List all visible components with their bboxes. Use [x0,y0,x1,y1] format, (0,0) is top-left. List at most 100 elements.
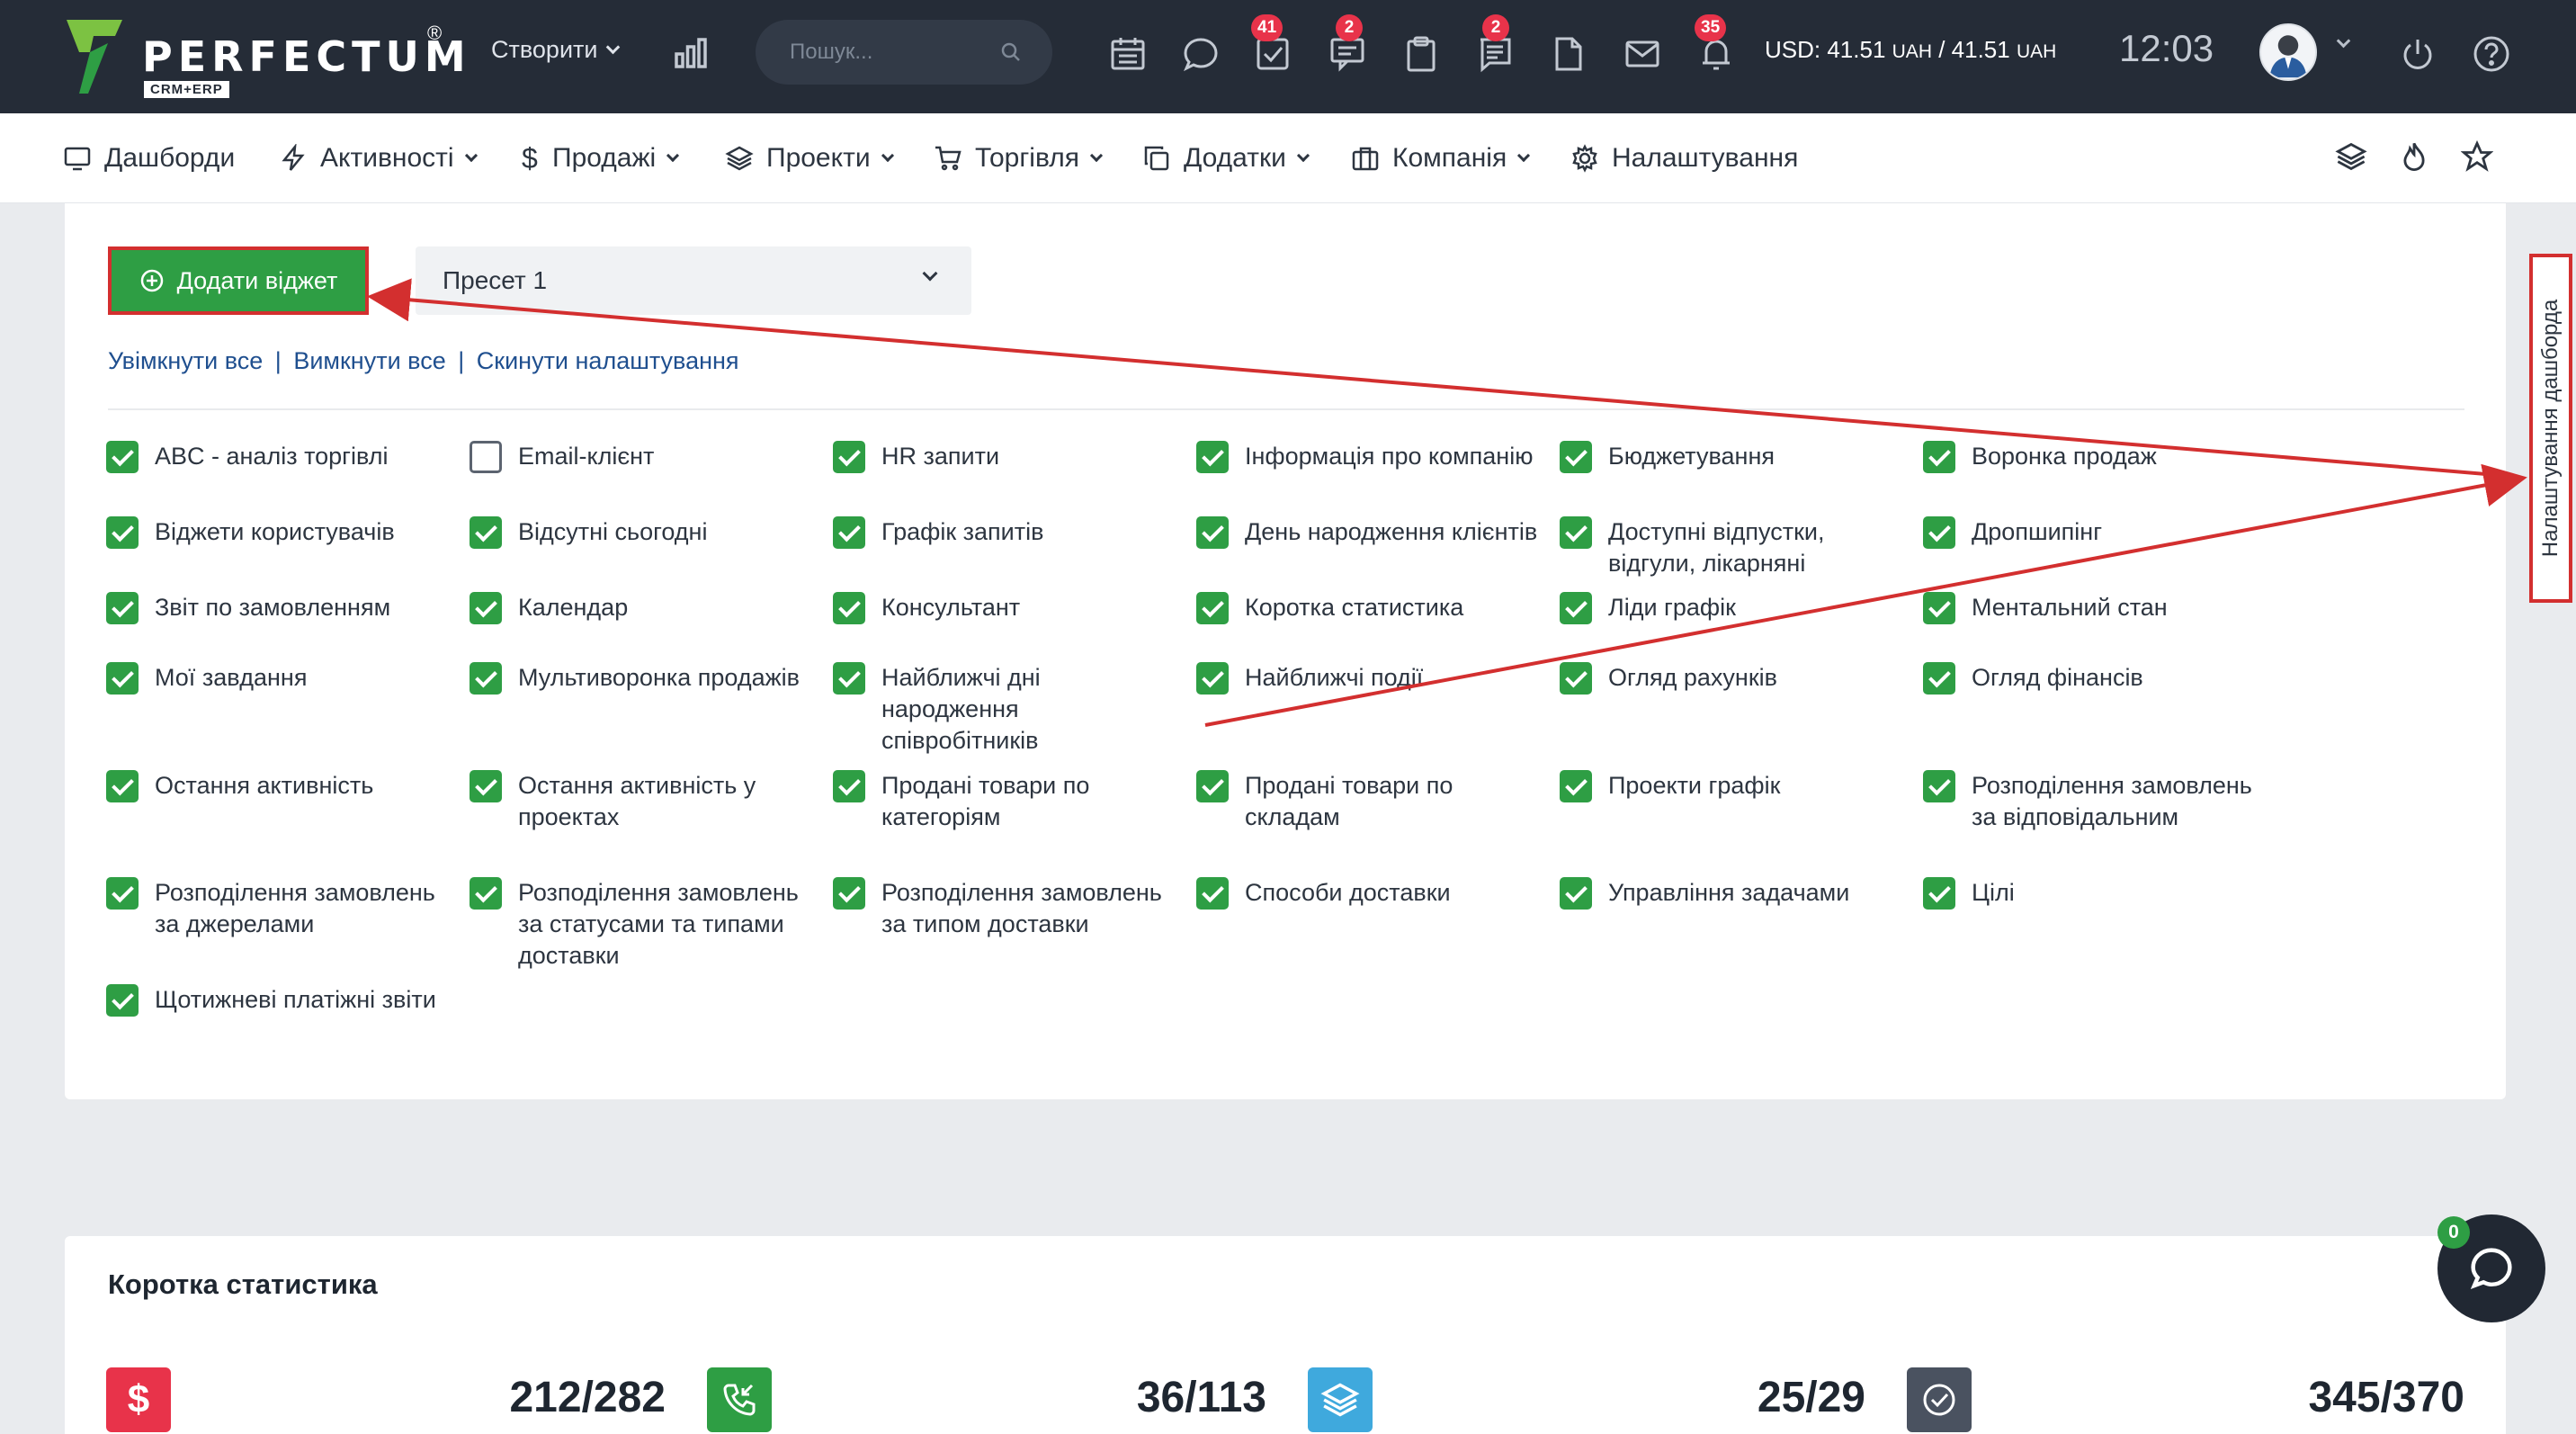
widget-checkbox[interactable]: Найближчі події [1196,662,1423,695]
logo[interactable]: PERFECTUM ® CRM+ERP [63,16,466,98]
nav-projects[interactable]: Проекти [725,140,894,176]
bar-chart-icon[interactable] [671,32,711,72]
checkbox-checked-icon[interactable] [1560,441,1592,473]
reset-settings-link[interactable]: Скинути налаштування [477,347,739,374]
widget-checkbox[interactable]: Управління задачами [1560,877,1849,910]
widget-checkbox[interactable]: Відсутні сьогодні [470,516,707,549]
widget-checkbox[interactable]: Розподілення замовлень за відповідальним [1923,770,2268,833]
widget-checkbox[interactable]: Календар [470,592,628,624]
preset-select[interactable]: Пресет 1 [416,246,971,315]
add-widget-button[interactable]: Додати віджет [108,246,369,315]
create-dropdown[interactable]: Створити [491,36,621,64]
widget-checkbox[interactable]: Мультиворонка продажів [470,662,800,695]
checkbox-checked-icon[interactable] [1923,770,1955,802]
widget-checkbox[interactable]: Ліди графік [1560,592,1736,624]
fire-icon[interactable] [2398,140,2430,173]
widget-checkbox[interactable]: Мої завдання [106,662,307,695]
checkbox-checked-icon[interactable] [1196,592,1229,624]
widget-checkbox[interactable]: Способи доставки [1196,877,1451,910]
calendar-icon[interactable] [1108,34,1148,74]
checkbox-checked-icon[interactable] [833,592,865,624]
layers-icon[interactable] [2335,140,2367,173]
widget-checkbox[interactable]: Остання активність у проектах [470,770,815,833]
checkbox-checked-icon[interactable] [470,662,502,695]
checkbox-checked-icon[interactable] [1923,592,1955,624]
widget-checkbox[interactable]: Найближчі дні народження співробітників [833,662,1178,757]
checkbox-checked-icon[interactable] [106,877,139,910]
checkbox-checked-icon[interactable] [106,592,139,624]
enable-all-link[interactable]: Увімкнути все [108,347,263,374]
checkbox-checked-icon[interactable] [1560,662,1592,695]
star-icon[interactable] [2461,140,2493,173]
nav-dashboards[interactable]: Дашборди [63,140,235,176]
widget-checkbox[interactable]: Розподілення замовлень за джерелами [106,877,452,940]
disable-all-link[interactable]: Вимкнути все [293,347,445,374]
nav-addons[interactable]: Додатки [1142,140,1310,176]
widget-checkbox[interactable]: Продані товари по складам [1196,770,1542,833]
document-icon[interactable] [1549,34,1588,74]
widget-checkbox[interactable]: HR запити [833,441,999,473]
checkbox-checked-icon[interactable] [106,441,139,473]
checkbox-checked-icon[interactable] [1196,662,1229,695]
checkbox-checked-icon[interactable] [106,984,139,1017]
checkbox-checked-icon[interactable] [1196,516,1229,549]
widget-checkbox[interactable]: Продані товари по категоріям [833,770,1178,833]
widget-checkbox[interactable]: Щотижневі платіжні звіти [106,984,436,1017]
widget-checkbox[interactable]: Остання активність [106,770,373,802]
checkbox-checked-icon[interactable] [1196,441,1229,473]
power-icon[interactable] [2398,34,2437,74]
widget-checkbox[interactable]: Бюджетування [1560,441,1775,473]
checkbox-checked-icon[interactable] [1923,441,1955,473]
checkbox-checked-icon[interactable] [470,770,502,802]
nav-activities[interactable]: Активності [279,140,478,176]
checkbox-checked-icon[interactable] [833,770,865,802]
checkbox-checked-icon[interactable] [1196,877,1229,910]
checkbox-checked-icon[interactable] [1560,516,1592,549]
checkbox-checked-icon[interactable] [470,516,502,549]
widget-checkbox[interactable]: Віджети користувачів [106,516,395,549]
chevron-down-icon[interactable] [2336,33,2351,49]
mail-icon[interactable] [1623,34,1662,74]
checkbox-unchecked-icon[interactable] [470,441,502,473]
search-icon[interactable] [1000,41,1022,63]
widget-checkbox[interactable]: Огляд рахунків [1560,662,1777,695]
checkbox-checked-icon[interactable] [470,592,502,624]
widget-checkbox[interactable]: Дропшипінг [1923,516,2102,549]
checkbox-checked-icon[interactable] [833,516,865,549]
widget-checkbox[interactable]: Коротка статистика [1196,592,1463,624]
help-icon[interactable] [2472,34,2511,74]
nav-trade[interactable]: Торгівля [934,140,1104,176]
checkbox-checked-icon[interactable] [106,662,139,695]
search-input[interactable] [790,40,988,65]
widget-checkbox[interactable]: Проекти графік [1560,770,1780,802]
checkbox-checked-icon[interactable] [1923,877,1955,910]
checkbox-checked-icon[interactable] [1560,877,1592,910]
checkbox-checked-icon[interactable] [106,516,139,549]
widget-checkbox[interactable]: Огляд фінансів [1923,662,2143,695]
checkbox-checked-icon[interactable] [1923,516,1955,549]
widget-checkbox[interactable]: Воронка продаж [1923,441,2157,473]
checkbox-checked-icon[interactable] [833,662,865,695]
checkbox-checked-icon[interactable] [1196,770,1229,802]
search-box[interactable] [756,20,1052,85]
widget-checkbox[interactable]: ABC - аналіз торгівлі [106,441,389,473]
widget-checkbox[interactable]: Email-клієнт [470,441,654,473]
nav-company[interactable]: Компанія [1351,140,1531,176]
widget-checkbox[interactable]: Цілі [1923,877,2015,910]
widget-checkbox[interactable]: Графік запитів [833,516,1043,549]
checkbox-checked-icon[interactable] [1923,662,1955,695]
widget-checkbox[interactable]: Доступні відпустки, відгули, лікарняні [1560,516,1905,579]
widget-checkbox[interactable]: Розподілення замовлень за статусами та т… [470,877,815,972]
widget-checkbox[interactable]: Звіт по замовленням [106,592,390,624]
checkbox-checked-icon[interactable] [470,877,502,910]
chat-icon[interactable] [1181,34,1221,74]
checkbox-checked-icon[interactable] [833,877,865,910]
checkbox-checked-icon[interactable] [833,441,865,473]
widget-checkbox[interactable]: Розподілення замовлень за типом доставки [833,877,1178,940]
clipboard-icon[interactable] [1401,34,1441,74]
checkbox-checked-icon[interactable] [1560,770,1592,802]
checkbox-checked-icon[interactable] [1560,592,1592,624]
widget-checkbox[interactable]: Ментальний стан [1923,592,2168,624]
nav-settings[interactable]: Налаштування [1570,140,1798,176]
widget-checkbox[interactable]: Інформація про компанію [1196,441,1533,473]
